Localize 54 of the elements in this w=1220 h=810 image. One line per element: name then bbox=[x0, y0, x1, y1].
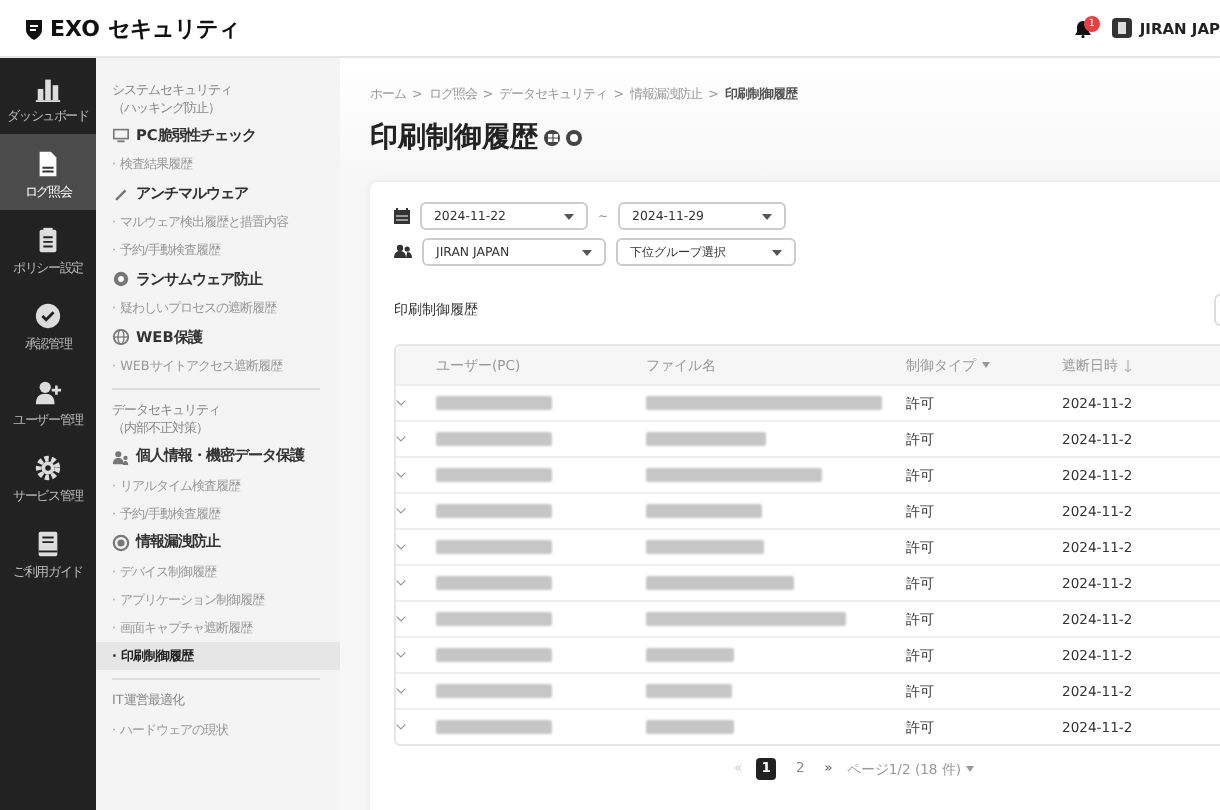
redacted-text bbox=[436, 576, 552, 590]
add-user-icon bbox=[34, 377, 62, 405]
chevron-down-icon[interactable] bbox=[396, 652, 406, 658]
chevron-down-icon[interactable] bbox=[396, 616, 406, 622]
app-logo[interactable]: EXO セキュリティ bbox=[24, 13, 240, 43]
page-title: 印刷制御履歴 bbox=[370, 120, 538, 156]
clipboard-icon bbox=[34, 225, 62, 253]
monitor-icon bbox=[112, 126, 130, 145]
redacted-text bbox=[646, 540, 764, 554]
chevron-down-icon[interactable] bbox=[396, 688, 406, 694]
dot-icon bbox=[570, 134, 578, 142]
chevron-down-icon[interactable] bbox=[396, 580, 406, 586]
view-button[interactable] bbox=[544, 130, 560, 146]
chevron-down-icon[interactable] bbox=[396, 400, 406, 406]
calendar-icon bbox=[394, 208, 410, 224]
building-icon bbox=[1111, 18, 1132, 38]
chevron-down-icon[interactable] bbox=[396, 724, 406, 730]
redacted-text bbox=[436, 720, 552, 734]
redacted-text bbox=[436, 504, 552, 518]
log-document-icon bbox=[34, 149, 62, 177]
record-button[interactable] bbox=[566, 130, 582, 146]
redacted-text bbox=[436, 540, 552, 554]
globe-icon bbox=[112, 328, 130, 347]
badge-circle-icon bbox=[112, 270, 130, 289]
grid-icon bbox=[547, 134, 557, 142]
sort-icon bbox=[1124, 359, 1132, 371]
chevron-down-icon[interactable] bbox=[396, 508, 406, 514]
redacted-text bbox=[436, 432, 552, 446]
caret-down-icon bbox=[582, 249, 592, 255]
redacted-text bbox=[436, 684, 552, 698]
chevron-down-icon[interactable] bbox=[396, 544, 406, 550]
redacted-text bbox=[436, 648, 552, 662]
book-icon bbox=[34, 529, 62, 557]
caret-down-icon bbox=[772, 249, 782, 255]
check-circle-icon bbox=[34, 301, 62, 329]
redacted-text bbox=[646, 684, 732, 698]
chevron-down-icon[interactable] bbox=[396, 436, 406, 442]
gear-icon bbox=[34, 453, 62, 481]
redacted-text bbox=[646, 504, 762, 518]
shield-icon bbox=[24, 17, 44, 39]
group-icon bbox=[394, 244, 412, 260]
sort-caret-icon bbox=[982, 362, 990, 368]
redacted-text bbox=[646, 432, 766, 446]
redacted-text bbox=[436, 612, 552, 626]
chevron-down-icon[interactable] bbox=[396, 472, 406, 478]
caret-down-icon bbox=[564, 213, 574, 219]
caret-down-icon bbox=[965, 766, 974, 772]
redacted-text bbox=[646, 648, 734, 662]
redacted-text bbox=[646, 720, 734, 734]
pen-icon bbox=[112, 184, 130, 203]
redacted-text bbox=[436, 396, 552, 410]
caret-down-icon bbox=[762, 213, 773, 219]
redacted-text bbox=[436, 468, 552, 482]
users-icon bbox=[112, 447, 130, 466]
